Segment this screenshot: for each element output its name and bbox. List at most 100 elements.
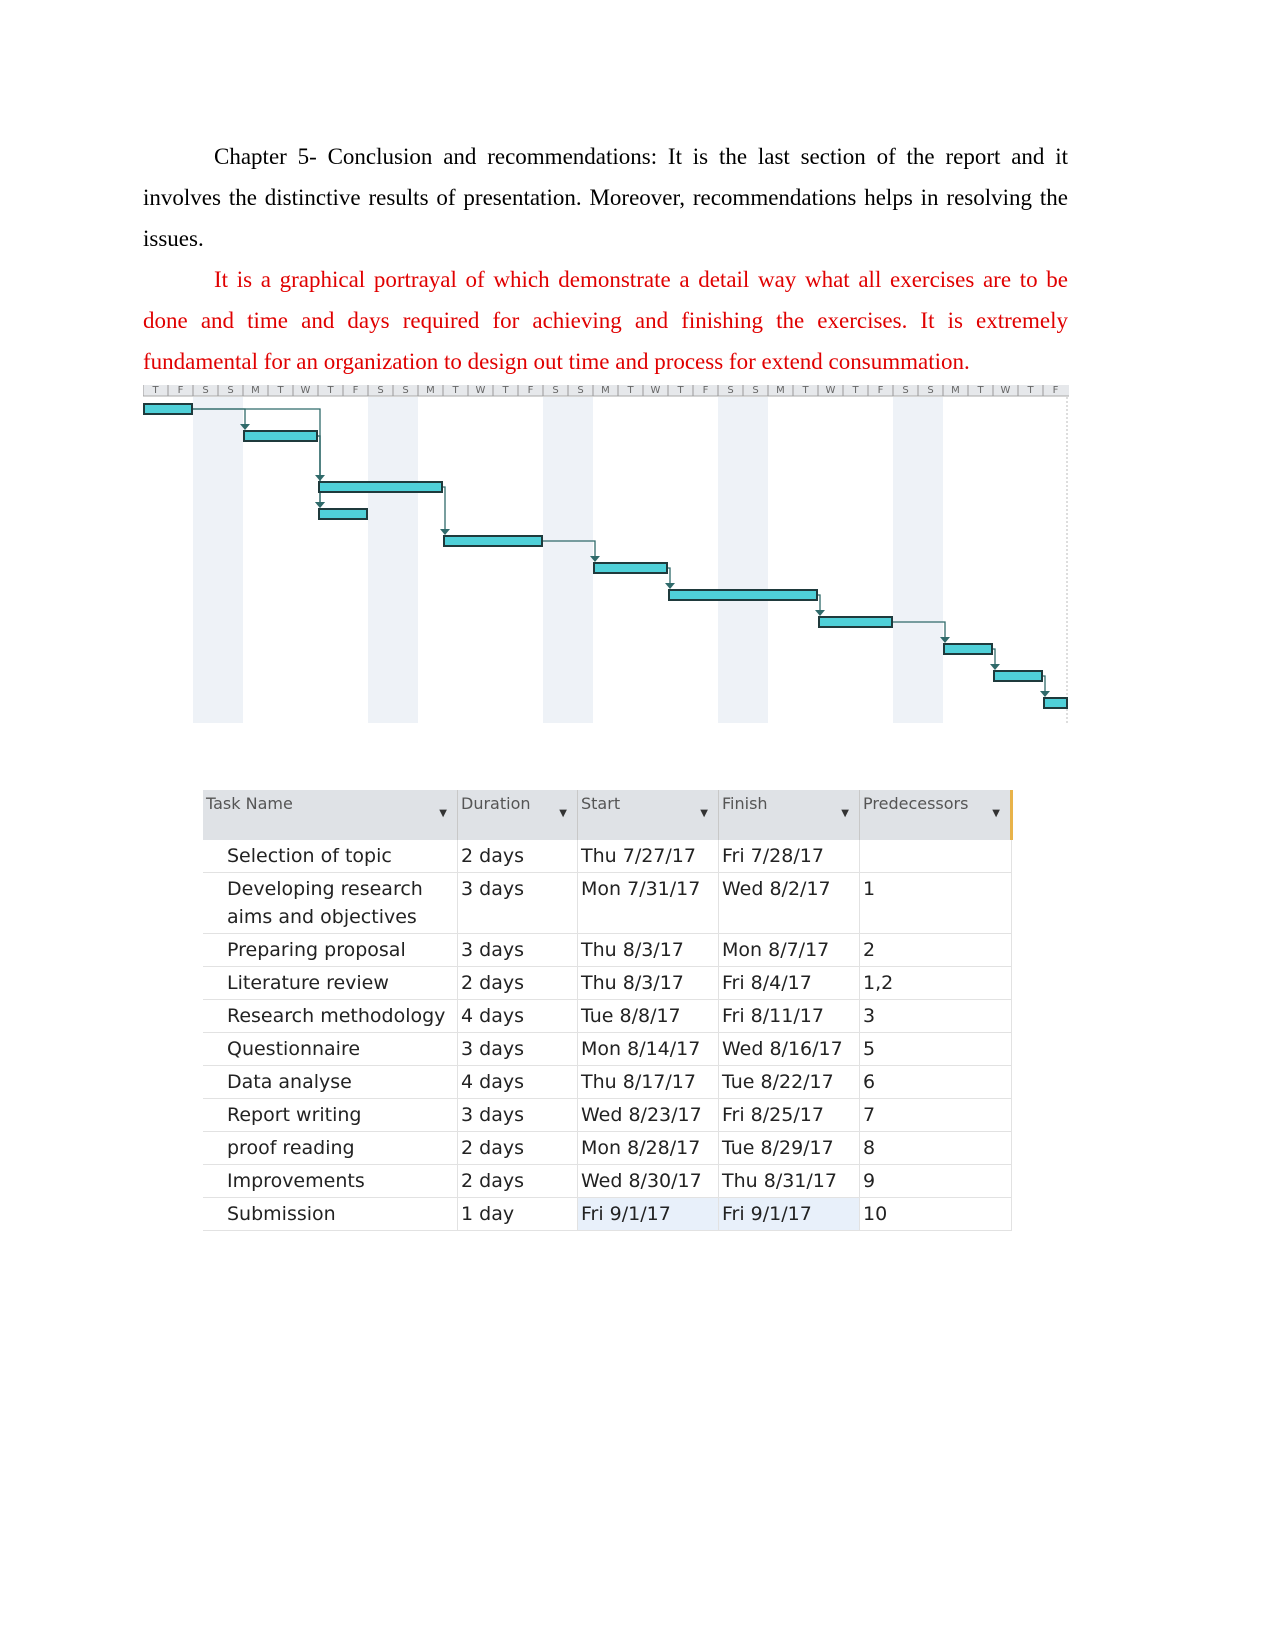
day-letter: T bbox=[151, 385, 159, 396]
day-letter: F bbox=[703, 385, 709, 396]
weekend-shading bbox=[718, 397, 768, 723]
cell-pred: 3 bbox=[859, 999, 1012, 1033]
cell-pred: 5 bbox=[859, 1032, 1012, 1066]
arrow-icon bbox=[440, 529, 450, 535]
paragraph-text: Chapter 5- Conclusion and recommendation… bbox=[143, 144, 1068, 251]
dropdown-arrow-icon[interactable]: ▼ bbox=[841, 808, 849, 819]
dropdown-arrow-icon[interactable]: ▼ bbox=[700, 808, 708, 819]
column-header-finish[interactable]: Finish ▼ bbox=[718, 790, 860, 840]
task-bar[interactable] bbox=[818, 616, 893, 628]
day-letter: W bbox=[476, 385, 486, 396]
cell-name: Literature review bbox=[203, 966, 458, 1000]
table-row[interactable]: Literature review 2 days Thu 8/3/17 Fri 8/4… bbox=[203, 966, 1012, 1000]
column-header-duration[interactable]: Duration ▼ bbox=[457, 790, 578, 840]
task-bar[interactable] bbox=[993, 670, 1043, 682]
header-label: Task Name bbox=[206, 794, 293, 813]
day-letter: S bbox=[377, 385, 383, 396]
header-label: Predecessors bbox=[863, 794, 969, 813]
cell-finish: Fri 8/25/17 bbox=[718, 1098, 860, 1132]
arrow-icon bbox=[315, 502, 325, 508]
cell-duration: 3 days bbox=[457, 1032, 578, 1066]
table-row[interactable]: Research methodology 4 days Tue 8/8/17 Fri … bbox=[203, 999, 1012, 1033]
table-row[interactable]: Report writing 3 days Wed 8/23/17 Fri 8/25/… bbox=[203, 1098, 1012, 1132]
cell-pred bbox=[859, 840, 1012, 873]
task-bar[interactable] bbox=[943, 643, 993, 655]
cell-finish: Fri 9/1/17 bbox=[718, 1197, 860, 1231]
day-letter: T bbox=[326, 385, 334, 396]
cell-start: Wed 8/23/17 bbox=[577, 1098, 719, 1132]
day-letter: F bbox=[353, 385, 359, 396]
day-letter: S bbox=[202, 385, 208, 396]
day-letter: T bbox=[276, 385, 284, 396]
table-row[interactable]: Data analyse 4 days Thu 8/17/17 Tue 8/22/17… bbox=[203, 1065, 1012, 1099]
cell-duration: 4 days bbox=[457, 1065, 578, 1099]
table-row[interactable]: proof reading 2 days Mon 8/28/17 Tue 8/29/1… bbox=[203, 1131, 1012, 1165]
column-header-start[interactable]: Start ▼ bbox=[577, 790, 719, 840]
task-bar[interactable] bbox=[443, 535, 543, 547]
column-header-task-name[interactable]: Task Name ▼ bbox=[203, 790, 458, 840]
task-bar[interactable] bbox=[668, 589, 818, 601]
day-letter: T bbox=[851, 385, 859, 396]
weekend-shading bbox=[893, 397, 943, 723]
cell-duration: 3 days bbox=[457, 872, 578, 934]
day-letter: F bbox=[528, 385, 534, 396]
day-letter: S bbox=[727, 385, 733, 396]
cell-start: Thu 7/27/17 bbox=[577, 840, 719, 873]
cell-start: Tue 8/8/17 bbox=[577, 999, 719, 1033]
table-row[interactable]: Questionnaire 3 days Mon 8/14/17 Wed 8/16/1… bbox=[203, 1032, 1012, 1066]
cell-name: Preparing proposal bbox=[203, 933, 458, 967]
dropdown-arrow-icon[interactable]: ▼ bbox=[439, 808, 447, 819]
task-bar[interactable] bbox=[143, 403, 193, 415]
day-letter: W bbox=[651, 385, 661, 396]
table-row[interactable]: Preparing proposal 3 days Thu 8/3/17 Mon 8/… bbox=[203, 933, 1012, 967]
task-bar[interactable] bbox=[318, 481, 443, 493]
table-row[interactable]: Developing research aims and objectives 3… bbox=[203, 872, 1012, 934]
cell-start: Mon 8/14/17 bbox=[577, 1032, 719, 1066]
cell-duration: 2 days bbox=[457, 966, 578, 1000]
task-bar[interactable] bbox=[593, 562, 668, 574]
cell-start: Thu 8/3/17 bbox=[577, 966, 719, 1000]
day-letter: T bbox=[676, 385, 684, 396]
cell-finish: Tue 8/22/17 bbox=[718, 1065, 860, 1099]
cell-finish: Wed 8/16/17 bbox=[718, 1032, 860, 1066]
task-bar[interactable] bbox=[1043, 697, 1068, 709]
cell-pred: 1,2 bbox=[859, 966, 1012, 1000]
weekend-shading bbox=[368, 397, 418, 723]
cell-name: Report writing bbox=[203, 1098, 458, 1132]
cell-duration: 2 days bbox=[457, 1164, 578, 1198]
cell-start: Thu 8/3/17 bbox=[577, 933, 719, 967]
day-letter: M bbox=[426, 385, 435, 396]
day-letter: T bbox=[801, 385, 809, 396]
arrow-icon bbox=[990, 664, 1000, 670]
cell-finish: Mon 8/7/17 bbox=[718, 933, 860, 967]
day-letter: W bbox=[826, 385, 836, 396]
day-letter: S bbox=[227, 385, 233, 396]
cell-name: Developing research aims and objectives bbox=[203, 872, 458, 934]
gantt-chart: TFSSMTWTFSSMTWTFSSMTWTFSSMTWTFSSMTWTF bbox=[143, 385, 1069, 725]
cell-pred: 1 bbox=[859, 872, 1012, 934]
day-letter: T bbox=[501, 385, 509, 396]
dropdown-arrow-icon[interactable]: ▼ bbox=[992, 808, 1000, 819]
dropdown-arrow-icon[interactable]: ▼ bbox=[559, 808, 567, 819]
cell-name: Submission bbox=[203, 1197, 458, 1231]
cell-duration: 2 days bbox=[457, 1131, 578, 1165]
table-row[interactable]: Submission 1 day Fri 9/1/17 Fri 9/1/17 10 bbox=[203, 1197, 1012, 1231]
day-letter: M bbox=[776, 385, 785, 396]
cell-name: Selection of topic bbox=[203, 840, 458, 873]
weekend-shading bbox=[193, 397, 243, 723]
cell-duration: 3 days bbox=[457, 933, 578, 967]
task-bar[interactable] bbox=[318, 508, 368, 520]
column-header-predecessors[interactable]: Predecessors ▼ bbox=[859, 790, 1013, 840]
cell-finish: Wed 8/2/17 bbox=[718, 872, 860, 934]
arrow-icon bbox=[815, 610, 825, 616]
cell-finish: Fri 8/4/17 bbox=[718, 966, 860, 1000]
header-label: Duration bbox=[461, 794, 531, 813]
table-row[interactable]: Improvements 2 days Wed 8/30/17 Thu 8/31/17… bbox=[203, 1164, 1012, 1198]
document-page: Chapter 5- Conclusion and recommendation… bbox=[0, 0, 1275, 1650]
day-letter: S bbox=[927, 385, 933, 396]
table-row[interactable]: Selection of topic 2 days Thu 7/27/17 Fri 7… bbox=[203, 840, 1012, 873]
weekend-shading bbox=[543, 397, 593, 723]
header-label: Start bbox=[581, 794, 621, 813]
paragraph-chapter5: Chapter 5- Conclusion and recommendation… bbox=[143, 136, 1068, 259]
task-bar[interactable] bbox=[243, 430, 318, 442]
